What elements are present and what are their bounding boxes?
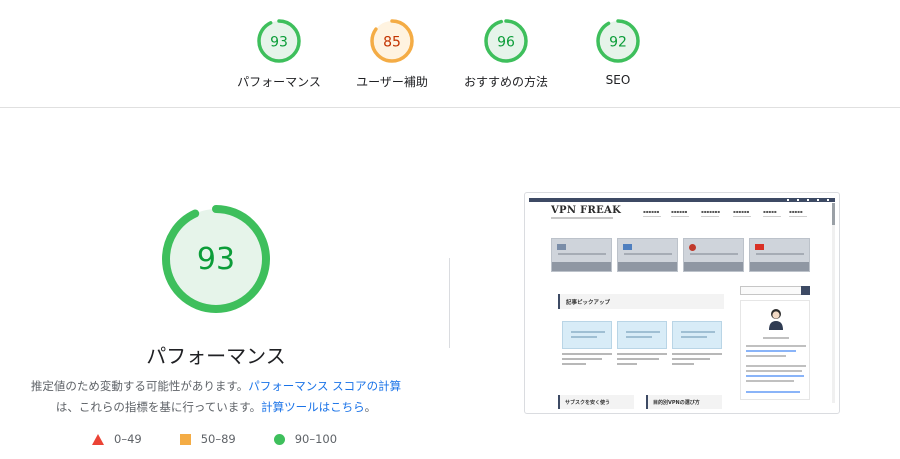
- legend-average-range: 50–89: [200, 432, 236, 446]
- score-calc-link[interactable]: パフォーマンス スコアの計算: [248, 379, 401, 393]
- gauge-performance-score: 93: [270, 35, 288, 51]
- thumb-card: [749, 238, 810, 272]
- gauge-seo-label: SEO: [605, 73, 631, 87]
- thumb-scrollbar: [832, 203, 835, 403]
- thumb-article-card: [617, 321, 667, 349]
- thumb-search-button: [801, 286, 810, 295]
- gauge-performance-ring: 93: [257, 19, 301, 63]
- square-icon: [179, 433, 191, 445]
- thumb-article-text: [562, 353, 612, 368]
- thumb-article-text: [617, 353, 667, 368]
- legend-pass-range: 90–100: [294, 432, 338, 446]
- thumb-nav-item: ▪▪▪▪▪▪▪: [701, 209, 720, 217]
- gauge-best-practices-score: 96: [497, 35, 515, 51]
- gauge-seo[interactable]: 92 SEO: [548, 18, 688, 87]
- gauge-accessibility-score: 85: [383, 35, 401, 51]
- thumb-nav-item: ▪▪▪▪▪▪: [671, 209, 689, 217]
- gauge-seo-score: 92: [609, 35, 627, 51]
- performance-main-score: 93: [197, 242, 235, 277]
- thumb-logo: VPN FREAK: [551, 205, 622, 216]
- desc-text-1: 推定値のため変動する可能性があります。: [30, 379, 249, 393]
- thumb-search-box: [740, 286, 810, 295]
- thumb-profile-card: [740, 300, 810, 400]
- desc-text-end: 。: [364, 400, 377, 414]
- performance-main-gauge: 93: [160, 203, 272, 319]
- thumb-card: [683, 238, 744, 272]
- avatar-icon: [769, 309, 783, 330]
- legend-fail-range: 0–49: [114, 432, 142, 446]
- gauge-seo-ring: 92: [596, 19, 640, 63]
- thumb-article-card: [672, 321, 722, 349]
- calculator-link[interactable]: 計算ツールはこちら: [261, 400, 365, 414]
- thumb-nav-item: ▪▪▪▪▪: [763, 209, 781, 217]
- gauge-best-practices-ring: 96: [484, 19, 528, 63]
- triangle-icon: [92, 433, 104, 445]
- page-screenshot-thumbnail[interactable]: VPN FREAK ▪▪▪▪▪▪ ▪▪▪▪▪▪ ▪▪▪▪▪▪▪ ▪▪▪▪▪▪ ▪…: [524, 192, 840, 414]
- score-legend: 0–49 50–89 90–100: [92, 432, 375, 446]
- thumb-article-text: [672, 353, 722, 368]
- performance-description: 推定値のため変動する可能性があります。パフォーマンス スコアの計算 は、これらの…: [0, 376, 432, 418]
- thumb-nav-item: ▪▪▪▪▪: [789, 209, 807, 217]
- thumb-subsection-2: 目的別VPNの選び方: [646, 395, 722, 409]
- performance-title: パフォーマンス: [146, 344, 286, 368]
- legend-fail: 0–49: [92, 432, 142, 446]
- circle-icon: [273, 433, 285, 445]
- performance-main-ring: 93: [162, 205, 270, 313]
- desc-text-2: は、これらの指標を基に行っています。: [55, 400, 262, 414]
- legend-pass: 90–100: [273, 432, 338, 446]
- thumb-nav-item: ▪▪▪▪▪▪: [643, 209, 661, 217]
- thumb-topbar: [529, 198, 835, 202]
- legend-average: 50–89: [179, 432, 236, 446]
- thumb-card: [551, 238, 612, 272]
- category-summary: 93 パフォーマンス 85 ユーザー補助 96 おすすめの方法 92 SEO: [0, 0, 900, 108]
- vertical-divider: [449, 258, 450, 348]
- thumb-article-card: [562, 321, 612, 349]
- gauge-accessibility-ring: 85: [370, 19, 414, 63]
- thumb-logo-tagline: [551, 217, 613, 219]
- thumb-card: [617, 238, 678, 272]
- thumb-section-title: 記事ピックアップ: [558, 294, 724, 309]
- thumb-nav-item: ▪▪▪▪▪▪: [733, 209, 751, 217]
- thumb-subsection-1: サブスクを安く使う: [558, 395, 634, 409]
